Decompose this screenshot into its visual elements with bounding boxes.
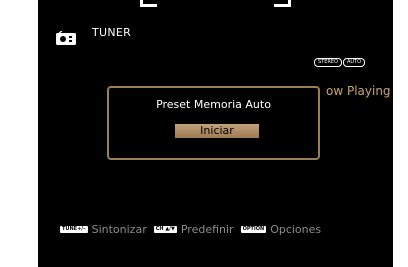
footer-key-guide: TUNE+/– Sintonizar CH ▲/▼ Predefinir OPT…	[60, 223, 328, 236]
preset-label: Predefinir	[180, 223, 234, 236]
radio-icon	[56, 31, 76, 45]
option-key-icon: OPTION	[240, 226, 267, 233]
frame-bracket-left	[140, 0, 157, 7]
now-playing-label: ow Playing	[326, 84, 391, 98]
preset-memory-dialog: Preset Memoria Auto Iniciar	[107, 86, 320, 160]
tune-key-icon: TUNE+/–	[60, 226, 88, 233]
channel-key-icon: CH ▲/▼	[153, 226, 177, 233]
auto-indicator: AUTO	[342, 58, 366, 67]
tuner-screen: TUNER STEREO AUTO ow Playing Preset Memo…	[38, 0, 393, 267]
dialog-title: Preset Memoria Auto	[156, 98, 271, 111]
options-label: Opciones	[270, 223, 322, 236]
start-button[interactable]: Iniciar	[175, 124, 259, 138]
stereo-indicator: STEREO	[314, 58, 342, 67]
source-title: TUNER	[92, 26, 132, 39]
frame-bracket-right	[274, 0, 291, 7]
tune-label: Sintonizar	[91, 223, 147, 236]
signal-indicators: STEREO AUTO	[314, 58, 366, 67]
